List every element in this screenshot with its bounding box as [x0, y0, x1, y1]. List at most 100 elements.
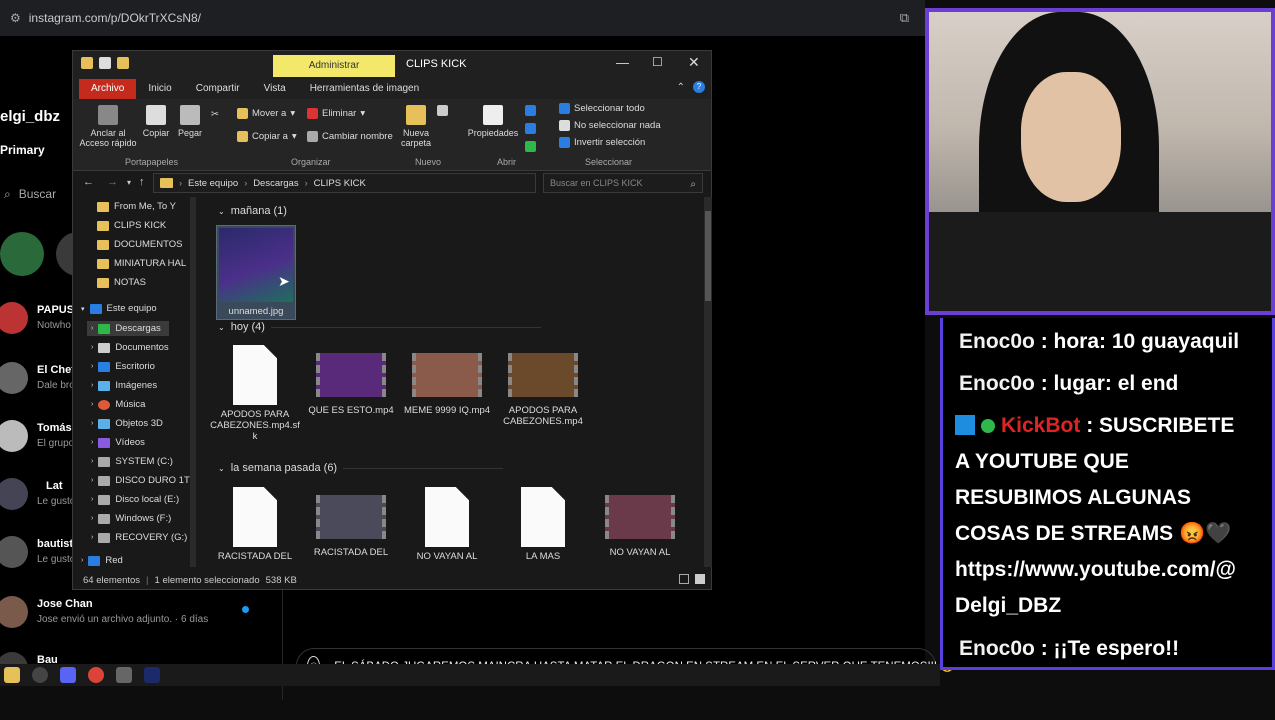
chevron-down-icon[interactable]: ▾: [81, 305, 85, 313]
nav-item[interactable]: › Disco local (E:): [91, 494, 179, 505]
scrollbar-thumb[interactable]: [705, 211, 711, 301]
breadcrumb-item[interactable]: CLIPS KICK: [314, 178, 366, 189]
pin-button[interactable]: Anclar al Acceso rápido: [79, 105, 137, 148]
file-item[interactable]: APODOS PARA CABEZONES.mp4: [498, 345, 588, 427]
nav-item[interactable]: › Descargas: [87, 321, 169, 336]
instagram-search[interactable]: ⌕ Buscar: [0, 182, 72, 206]
nav-item[interactable]: › Música: [91, 399, 145, 410]
history-icon[interactable]: [525, 141, 536, 152]
help-icon[interactable]: ?: [693, 81, 705, 93]
chevron-right-icon[interactable]: ›: [81, 557, 83, 564]
nav-item[interactable]: ▾ Este equipo: [81, 303, 157, 314]
chevron-up-icon[interactable]: ⌃: [677, 82, 685, 93]
url-text[interactable]: instagram.com/p/DOkrTrXCsN8/: [29, 11, 201, 25]
nav-item[interactable]: › Escritorio: [91, 361, 155, 372]
move-to-button[interactable]: Mover a ▾: [237, 108, 295, 119]
file-item[interactable]: RACISTADA DEL: [210, 487, 300, 562]
chevron-right-icon[interactable]: ›: [91, 477, 93, 484]
file-item[interactable]: MEME 9999 IQ.mp4: [402, 345, 492, 416]
chevron-right-icon[interactable]: ›: [91, 325, 93, 332]
maximize-button[interactable]: ☐: [652, 55, 663, 69]
close-button[interactable]: ✕: [688, 54, 700, 71]
settings-icon[interactable]: [32, 667, 48, 683]
nav-item[interactable]: CLIPS KICK: [97, 220, 166, 231]
breadcrumb[interactable]: › Este equipo › Descargas › CLIPS KICK: [153, 173, 536, 193]
file-item[interactable]: APODOS PARA CABEZONES.mp4.sfk: [210, 345, 300, 442]
discord-icon[interactable]: [60, 667, 76, 683]
tab-administrar[interactable]: Administrar: [273, 55, 395, 77]
new-item-icon[interactable]: [437, 105, 448, 116]
large-icons-view-icon[interactable]: [695, 574, 705, 584]
edit-icon[interactable]: [525, 123, 536, 134]
copy-to-button[interactable]: Copiar a ▾: [237, 131, 297, 142]
chevron-right-icon[interactable]: ›: [91, 534, 93, 541]
instagram-username[interactable]: elgi_dbz: [0, 108, 60, 125]
select-all-button[interactable]: Seleccionar todo: [559, 103, 645, 114]
nav-item[interactable]: › SYSTEM (C:): [91, 456, 173, 467]
app-icon[interactable]: [116, 667, 132, 683]
chevron-right-icon[interactable]: ›: [91, 363, 93, 370]
file-item[interactable]: QUE ES ESTO.mp4: [306, 345, 396, 416]
chevron-right-icon[interactable]: ›: [91, 439, 93, 446]
recent-locations-icon[interactable]: ▾: [127, 178, 131, 187]
tab-inicio[interactable]: Inicio: [136, 79, 183, 99]
search-input[interactable]: Buscar en CLIPS KICK ⌕: [543, 173, 703, 193]
nav-item[interactable]: › Imágenes: [91, 380, 157, 391]
properties-button[interactable]: Propiedades: [465, 105, 521, 138]
nav-item[interactable]: MINIATURA HAL: [97, 258, 186, 269]
open-icon[interactable]: [525, 105, 536, 116]
photoshop-icon[interactable]: [144, 667, 160, 683]
chevron-right-icon[interactable]: ›: [91, 382, 93, 389]
site-settings-icon[interactable]: ⚙: [10, 11, 21, 25]
tab-herramientas-imagen[interactable]: Herramientas de imagen: [298, 79, 432, 99]
tab-primary[interactable]: Primary: [0, 143, 45, 157]
tab-vista[interactable]: Vista: [252, 79, 298, 99]
forward-icon[interactable]: →: [107, 176, 118, 188]
nav-item[interactable]: › Vídeos: [91, 437, 145, 448]
back-icon[interactable]: ←: [83, 176, 94, 188]
nav-item[interactable]: › RECOVERY (G:): [91, 532, 187, 543]
group-header[interactable]: ⌄ la semana pasada (6): [218, 462, 504, 474]
tab-compartir[interactable]: Compartir: [184, 79, 252, 99]
nav-item[interactable]: › Red: [81, 555, 123, 566]
up-icon[interactable]: ↑: [139, 176, 145, 188]
navpane-scrollbar[interactable]: [190, 197, 196, 567]
chevron-right-icon[interactable]: ›: [91, 496, 93, 503]
chevron-right-icon[interactable]: ›: [91, 515, 93, 522]
dm-row[interactable]: Jose Chan Jose envió un archivo adjunto.…: [0, 596, 270, 636]
file-item[interactable]: LA MAS: [498, 487, 588, 562]
chevron-right-icon[interactable]: ›: [91, 420, 93, 427]
group-header[interactable]: ⌄ mañana (1): [218, 205, 287, 217]
chevron-right-icon[interactable]: ›: [91, 344, 93, 351]
filelist-scrollbar[interactable]: [704, 197, 712, 567]
rename-button[interactable]: Cambiar nombre: [307, 131, 393, 142]
minimize-button[interactable]: —: [616, 55, 629, 70]
properties-icon[interactable]: [99, 57, 111, 69]
file-item[interactable]: RACISTADA DEL: [306, 487, 396, 558]
paste-button[interactable]: Pegar: [175, 105, 205, 138]
nav-item[interactable]: › Documentos: [91, 342, 169, 353]
chrome-icon[interactable]: [88, 667, 104, 683]
story-avatar[interactable]: [0, 232, 44, 276]
nav-item[interactable]: NOTAS: [97, 277, 146, 288]
nav-item[interactable]: › DISCO DURO 1TE: [91, 475, 196, 486]
nav-item[interactable]: DOCUMENTOS: [97, 239, 182, 250]
breadcrumb-item[interactable]: Descargas: [253, 178, 298, 189]
chevron-right-icon[interactable]: ›: [91, 458, 93, 465]
new-folder-button[interactable]: Nueva carpeta: [395, 105, 437, 148]
nav-item[interactable]: From Me, To Y: [97, 201, 176, 212]
copy-button[interactable]: Copiar: [139, 105, 173, 138]
breadcrumb-item[interactable]: Este equipo: [188, 178, 238, 189]
cut-icon[interactable]: ✂: [211, 109, 219, 120]
title-bar[interactable]: Administrar CLIPS KICK — ☐ ✕: [73, 51, 711, 79]
details-view-icon[interactable]: [679, 574, 689, 584]
invert-selection-button[interactable]: Invertir selección: [559, 137, 645, 148]
file-item[interactable]: NO VAYAN AL: [402, 487, 492, 562]
nav-item[interactable]: › Windows (F:): [91, 513, 171, 524]
nav-item[interactable]: › Objetos 3D: [91, 418, 163, 429]
folder-icon[interactable]: [81, 57, 93, 69]
browser-address-bar[interactable]: ⚙ instagram.com/p/DOkrTrXCsN8/ ⧉: [0, 0, 925, 36]
tab-archivo[interactable]: Archivo: [79, 79, 137, 99]
chevron-right-icon[interactable]: ›: [91, 401, 93, 408]
select-none-button[interactable]: No seleccionar nada: [559, 120, 661, 131]
